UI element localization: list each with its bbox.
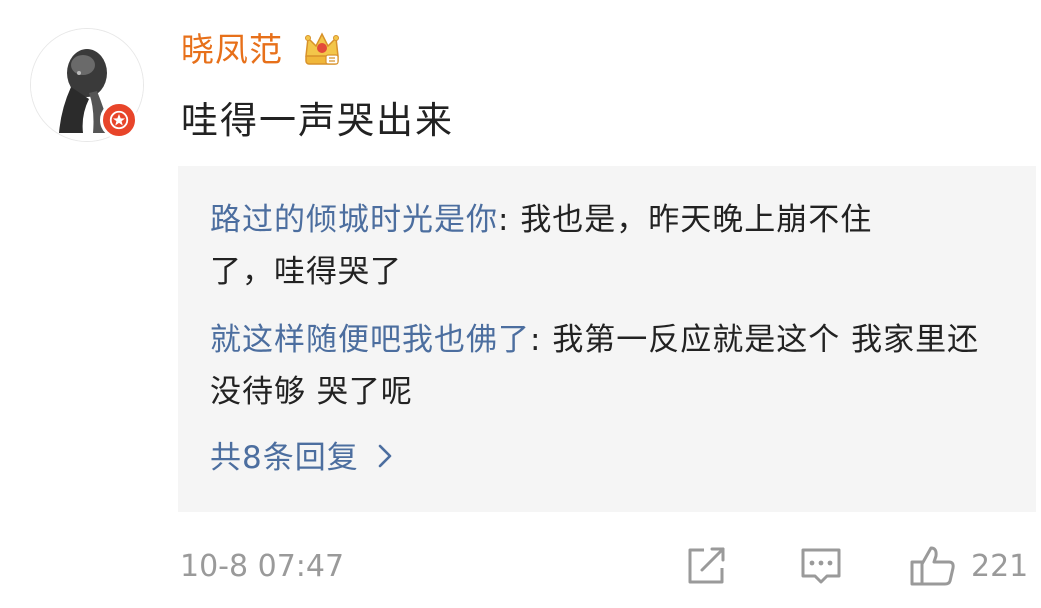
comment-button[interactable] <box>799 544 843 588</box>
share-icon <box>688 547 725 584</box>
crown-icon <box>300 28 344 72</box>
reply-author[interactable]: 路过的倾城时光是你 <box>210 202 498 238</box>
reply-item[interactable]: 就这样随便吧我也佛了: 我第一反应就是这个 我家里还没待够 哭了呢 <box>210 314 1010 418</box>
more-replies-link[interactable]: 共8条回复 <box>210 432 393 486</box>
comment-icon <box>801 548 841 584</box>
comment-text: 哇得一声哭出来 <box>181 99 454 142</box>
more-replies-label: 共8条回复 <box>210 440 359 476</box>
share-button[interactable] <box>686 544 728 588</box>
reply-separator: : <box>498 202 521 238</box>
thumbs-up-icon <box>910 546 955 586</box>
reply-author[interactable]: 就这样随便吧我也佛了 <box>210 322 530 358</box>
chevron-right-icon <box>377 434 393 486</box>
reply-item[interactable]: 路过的倾城时光是你: 我也是，昨天晚上崩不住了，哇得哭了 <box>210 194 900 298</box>
username[interactable]: 晓凤范 <box>181 30 283 70</box>
like-count: 221 <box>971 548 1029 584</box>
timestamp: 10-8 07:47 <box>180 549 345 584</box>
reply-separator: : <box>530 322 553 358</box>
reply-list[interactable]: 路过的倾城时光是你: 我也是，昨天晚上崩不住了，哇得哭了 就这样随便吧我也佛了:… <box>178 166 1036 512</box>
like-button[interactable]: 221 <box>909 544 1028 588</box>
verified-star-icon <box>100 101 138 139</box>
